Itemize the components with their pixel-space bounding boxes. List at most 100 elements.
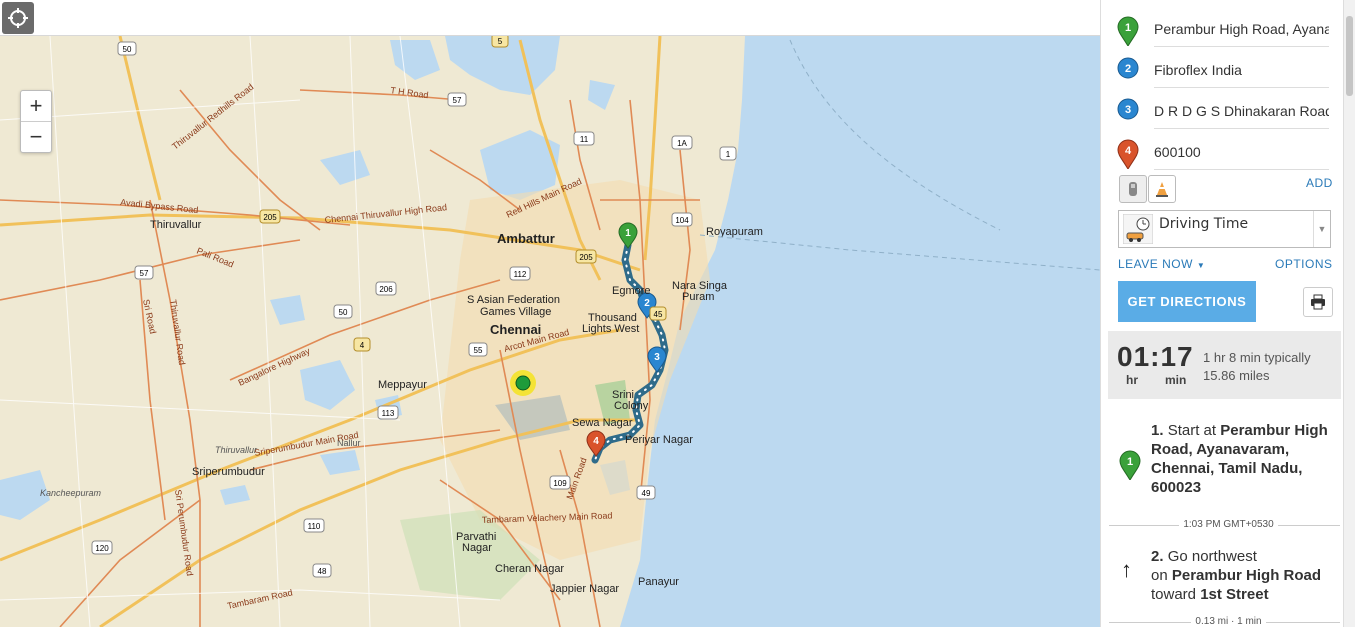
place-label: Ambattur xyxy=(497,231,555,246)
svg-text:112: 112 xyxy=(514,270,527,279)
svg-text:1: 1 xyxy=(1127,456,1133,468)
highway-shield: 55 xyxy=(468,342,488,357)
highway-shield: 112 xyxy=(509,266,531,281)
place-label: Panayur xyxy=(638,576,679,588)
svg-text:5: 5 xyxy=(498,37,503,46)
car-icon xyxy=(1129,182,1137,196)
road-label: Pali Road xyxy=(195,246,235,270)
step-number: 2. xyxy=(1151,548,1164,565)
svg-text:11: 11 xyxy=(580,135,589,144)
hours-label: hr xyxy=(1126,373,1138,387)
svg-text:1: 1 xyxy=(726,150,731,159)
drive-mode-button[interactable] xyxy=(1119,175,1147,203)
step-on: on xyxy=(1151,567,1168,584)
route-marker-label: 2 xyxy=(644,298,650,309)
place-label: Games Village xyxy=(480,306,551,318)
caret-down-icon: ▼ xyxy=(1196,261,1206,270)
minutes-label: min xyxy=(1165,373,1187,387)
current-location-dot xyxy=(515,375,531,391)
leave-now-dropdown[interactable]: LEAVE NOW ▼ xyxy=(1118,257,1205,271)
highway-shield: 1 xyxy=(719,146,737,161)
road-label: T H Road xyxy=(390,85,429,100)
highway-shield: 48 xyxy=(312,563,332,578)
direction-step-1[interactable]: 1. Start at Perambur High Road, Ayanavar… xyxy=(1151,421,1343,497)
waypoint-2: 2 Fibroflex India xyxy=(1117,53,1332,91)
svg-text:113: 113 xyxy=(382,409,395,418)
waypoint-input[interactable]: D R D G S Dhinakaran Road xyxy=(1154,94,1329,129)
svg-text:50: 50 xyxy=(123,45,132,54)
print-button[interactable] xyxy=(1303,287,1333,317)
directions-panel: 1 Perambur High Road, Ayanavaram 2 Fibro… xyxy=(1100,0,1355,627)
lake xyxy=(588,80,615,110)
lake xyxy=(220,485,250,505)
waypoint-3: 3 D R D G S Dhinakaran Road xyxy=(1117,94,1332,132)
step-destination: 1st Street xyxy=(1200,586,1269,603)
map-svg: 1 2 3 4 50 5 57 11 1A 1 205 104 112 206 … xyxy=(0,36,1100,627)
route-type-select[interactable]: Driving Time ▼ xyxy=(1118,210,1331,248)
svg-text:50: 50 xyxy=(339,308,348,317)
svg-text:57: 57 xyxy=(453,96,462,105)
leave-now-label: LEAVE NOW xyxy=(1118,257,1193,271)
route-distance: 15.86 miles xyxy=(1203,368,1270,383)
place-label: Chennai xyxy=(490,322,541,337)
traffic-mode-button[interactable] xyxy=(1148,175,1176,203)
route-marker-label: 1 xyxy=(625,228,631,239)
highway-shield: 110 xyxy=(303,518,325,533)
waypoint-input[interactable]: Fibroflex India xyxy=(1154,53,1329,88)
svg-text:48: 48 xyxy=(318,567,327,576)
zoom-control: + − xyxy=(20,90,52,153)
svg-text:104: 104 xyxy=(675,216,689,225)
place-label: Meppayur xyxy=(378,379,427,391)
options-link[interactable]: OPTIONS xyxy=(1275,257,1333,271)
route-type-label: Driving Time xyxy=(1159,216,1249,232)
chevron-down-icon: ▼ xyxy=(1313,211,1330,247)
place-label: Egmore xyxy=(612,285,651,297)
green-pin-icon: 1 xyxy=(1117,16,1139,46)
svg-text:110: 110 xyxy=(308,522,321,531)
svg-text:3: 3 xyxy=(1125,104,1131,116)
add-stop-link[interactable]: ADD xyxy=(1306,176,1333,190)
svg-text:205: 205 xyxy=(579,253,593,262)
lake xyxy=(320,450,360,475)
svg-text:109: 109 xyxy=(553,479,567,488)
svg-text:55: 55 xyxy=(474,346,483,355)
waypoint-input[interactable]: Perambur High Road, Ayanavaram xyxy=(1154,12,1329,47)
waypoint-input[interactable]: 600100 xyxy=(1154,135,1329,170)
step-time: 1:03 PM GMT+0530 xyxy=(1101,519,1355,530)
place-label: Periyar Nagar xyxy=(625,434,693,446)
place-label: Royapuram xyxy=(706,226,763,238)
zoom-out-button[interactable]: − xyxy=(21,121,51,152)
typical-time: 1 hr 8 min typically xyxy=(1203,350,1311,365)
svg-text:206: 206 xyxy=(379,285,393,294)
green-pin-icon: 1 xyxy=(1119,450,1141,480)
highway-shield: 50 xyxy=(117,41,137,56)
place-label: Sriperumbudur xyxy=(192,466,265,478)
road-label: Sri Perumbudur Road xyxy=(173,489,195,577)
highway-shield: 57 xyxy=(447,92,467,107)
direction-step-2[interactable]: 2. Go northwest on Perambur High Road to… xyxy=(1151,547,1343,604)
step-toward: toward xyxy=(1151,586,1197,603)
place-label: Puram xyxy=(682,291,714,303)
svg-text:4: 4 xyxy=(360,341,365,350)
scrollbar-thumb[interactable] xyxy=(1346,16,1353,96)
driving-time-icon xyxy=(1123,214,1153,244)
drive-time: 01:17 xyxy=(1117,341,1194,372)
highway-shield: 205 xyxy=(575,249,597,264)
route-marker-label: 4 xyxy=(593,436,599,447)
highway-shield: 57 xyxy=(134,265,154,280)
svg-text:49: 49 xyxy=(642,489,651,498)
red-pin-icon: 4 xyxy=(1117,139,1139,169)
place-label: Sewa Nagar xyxy=(572,417,633,429)
panel-scrollbar[interactable] xyxy=(1343,0,1355,627)
arrow-up-icon: ↑ xyxy=(1121,557,1132,582)
highway-shield: 104 xyxy=(671,212,693,227)
lake xyxy=(300,360,355,410)
step-prefix: Go northwest xyxy=(1167,548,1257,565)
map-canvas[interactable]: 1 2 3 4 50 5 57 11 1A 1 205 104 112 206 … xyxy=(0,36,1100,627)
locate-button[interactable] xyxy=(2,2,34,34)
place-label: Kancheepuram xyxy=(40,488,102,498)
place-label: Cheran Nagar xyxy=(495,563,564,575)
zoom-in-button[interactable]: + xyxy=(21,91,51,121)
svg-text:45: 45 xyxy=(654,310,663,319)
get-directions-button[interactable]: GET DIRECTIONS xyxy=(1118,281,1256,322)
